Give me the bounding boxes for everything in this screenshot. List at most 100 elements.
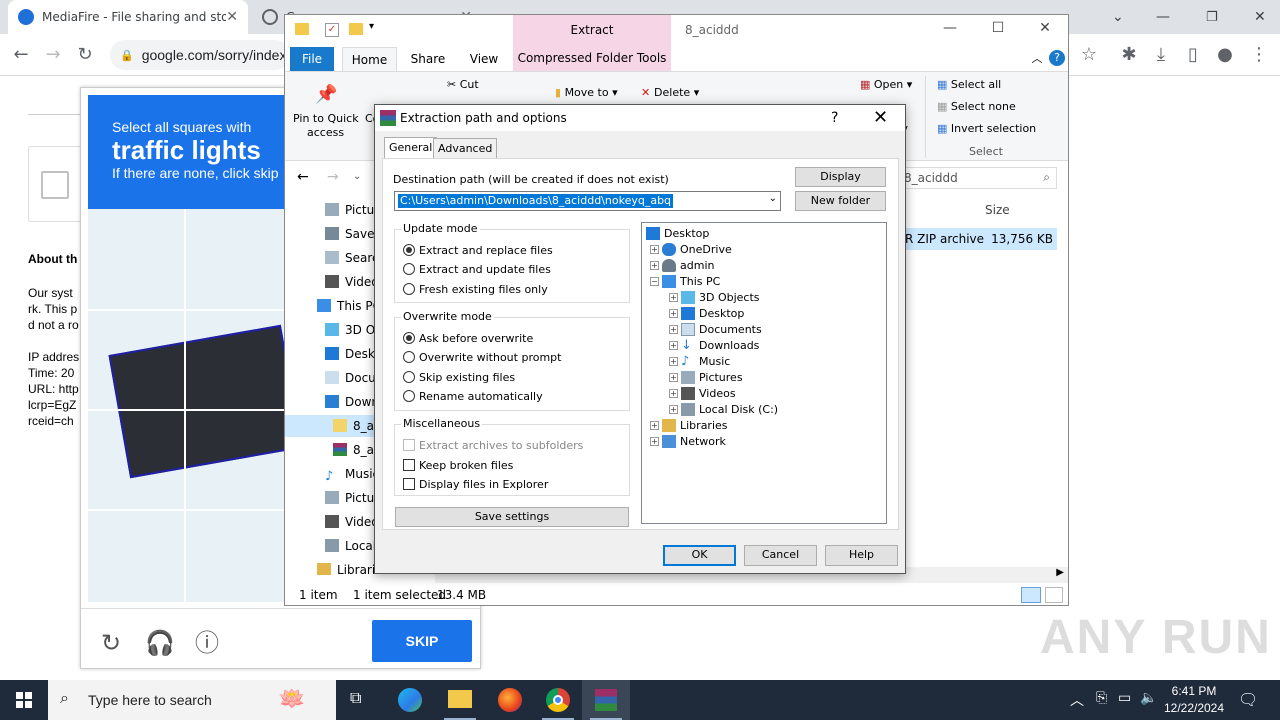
- forward-icon[interactable]: →: [327, 169, 339, 185]
- audio-challenge-icon[interactable]: 🎧: [145, 629, 175, 657]
- expand-icon[interactable]: +: [669, 388, 678, 398]
- tree-item-pictures[interactable]: + Pictures: [669, 369, 743, 385]
- browser-tab-mediafire[interactable]: MediaFire - File sharing and stor ✕: [8, 0, 248, 34]
- chevron-down-icon[interactable]: ⌄: [769, 193, 777, 204]
- tab-view[interactable]: View: [461, 47, 507, 71]
- bookmark-star-icon[interactable]: ☆: [1076, 42, 1102, 68]
- select-all-button[interactable]: ▦ Select all: [937, 78, 1001, 91]
- nav-item-pictures[interactable]: Pictur: [325, 199, 379, 221]
- start-button[interactable]: [0, 680, 48, 720]
- checkbox-keep-broken-files[interactable]: Keep broken files: [403, 457, 513, 473]
- help-icon[interactable]: ?: [1049, 50, 1065, 66]
- restore-icon[interactable]: ❐: [1196, 0, 1226, 34]
- recaptcha-checkbox[interactable]: [41, 171, 69, 199]
- winrar-taskbar-button[interactable]: [582, 680, 630, 720]
- checkbox[interactable]: [403, 439, 415, 451]
- radio-extract-update[interactable]: Extract and update files: [403, 261, 551, 277]
- search-box[interactable]: 8_aciddd ⌕: [897, 167, 1057, 189]
- delete-button[interactable]: ✕ Delete ▾: [641, 86, 699, 99]
- challenge-image-grid[interactable]: [88, 209, 285, 602]
- tree-item-documents[interactable]: + Documents: [669, 321, 762, 337]
- close-window-icon[interactable]: ✕: [1244, 0, 1274, 34]
- checkbox[interactable]: [403, 478, 415, 490]
- nav-item-music[interactable]: ♪ Music: [325, 463, 379, 485]
- nav-item-8-aciddd-folder[interactable]: 8_ac: [285, 415, 385, 437]
- nav-item-desktop[interactable]: Deskt: [325, 343, 380, 365]
- tree-item-local-disk[interactable]: + Local Disk (C:): [669, 401, 778, 417]
- tree-item-desktop[interactable]: + Desktop: [669, 305, 744, 321]
- info-icon[interactable]: ⓘ: [193, 629, 221, 657]
- tree-item-onedrive[interactable]: + OneDrive: [650, 241, 732, 257]
- move-to-button[interactable]: ▮ Move to ▾: [555, 86, 618, 99]
- taskbar-search-box[interactable]: ⌕ Type here to search 🪷: [48, 680, 336, 720]
- invert-selection-button[interactable]: ▦ Invert selection: [937, 122, 1036, 135]
- tab-home[interactable]: Home: [342, 47, 397, 71]
- close-tab-icon[interactable]: ✕: [226, 9, 238, 25]
- tree-item-videos[interactable]: + Videos: [669, 385, 736, 401]
- save-settings-button[interactable]: Save settings: [395, 507, 629, 527]
- tab-file[interactable]: File: [290, 47, 334, 71]
- radio-button[interactable]: [403, 332, 415, 344]
- radio-extract-replace[interactable]: Extract and replace files: [403, 242, 553, 258]
- tree-item-downloads[interactable]: + ↓ Downloads: [669, 337, 759, 353]
- pin-label[interactable]: Pin to Quick: [293, 112, 359, 125]
- recent-dropdown-icon[interactable]: ⌄: [353, 171, 361, 182]
- forward-icon[interactable]: →: [40, 42, 66, 68]
- show-hidden-icons[interactable]: ︿: [1070, 690, 1084, 710]
- radio-button[interactable]: [403, 351, 415, 363]
- back-icon[interactable]: ←: [8, 42, 34, 68]
- download-icon[interactable]: ⤓: [1148, 42, 1174, 68]
- address-bar[interactable]: 🔒 google.com/sorry/index: [110, 40, 290, 70]
- folder-tree[interactable]: Desktop + OneDrive + admin − This PC +3D Ob…: [641, 222, 887, 524]
- chrome-taskbar-button[interactable]: [534, 680, 582, 720]
- radio-button[interactable]: [403, 390, 415, 402]
- minimize-icon[interactable]: —: [935, 20, 965, 42]
- cancel-button[interactable]: Cancel: [744, 545, 817, 566]
- maximize-icon[interactable]: ☐: [983, 20, 1013, 42]
- edge-taskbar-button[interactable]: [386, 680, 434, 720]
- network-status-icon[interactable]: ⎘: [1096, 690, 1107, 706]
- expand-icon[interactable]: +: [650, 260, 659, 270]
- radio-ask-before-overwrite[interactable]: Ask before overwrite: [403, 330, 533, 346]
- tree-item-libraries[interactable]: + Libraries: [650, 417, 728, 433]
- radio-button[interactable]: [403, 263, 415, 275]
- minimize-icon[interactable]: —: [1146, 0, 1176, 34]
- side-panel-icon[interactable]: ▯: [1180, 42, 1206, 68]
- properties-icon[interactable]: ✓: [325, 23, 339, 37]
- firefox-taskbar-button[interactable]: [486, 680, 534, 720]
- nav-item-local-disk[interactable]: Local: [325, 535, 376, 557]
- nav-item-libraries[interactable]: Librari: [317, 559, 375, 575]
- nav-item-videos-pc[interactable]: Video: [325, 511, 379, 533]
- nav-item-downloads[interactable]: Down: [325, 391, 379, 413]
- ok-button[interactable]: OK: [663, 545, 736, 566]
- cut-button[interactable]: ✂ Cut: [447, 78, 479, 91]
- task-view-button[interactable]: ⧉: [336, 680, 384, 720]
- help-button[interactable]: Help: [825, 545, 898, 566]
- tree-item-3d-objects[interactable]: +3D Objects: [669, 289, 760, 305]
- tree-item-music[interactable]: + ♪ Music: [669, 353, 730, 369]
- tab-advanced[interactable]: Advanced: [433, 138, 498, 159]
- reload-icon[interactable]: ↻: [72, 42, 98, 68]
- open-button[interactable]: ▦ Open ▾: [860, 78, 912, 91]
- tree-item-network[interactable]: + Network: [650, 433, 726, 449]
- expand-icon[interactable]: +: [669, 372, 678, 382]
- quick-access-dropdown-icon[interactable]: ▾: [369, 21, 374, 32]
- select-none-button[interactable]: ▦ Select none: [937, 100, 1016, 113]
- skip-button[interactable]: SKIP: [372, 620, 472, 662]
- close-icon[interactable]: ✕: [873, 105, 888, 131]
- collapse-icon[interactable]: −: [650, 276, 659, 286]
- close-icon[interactable]: ✕: [1030, 20, 1060, 42]
- help-icon[interactable]: ?: [831, 105, 838, 131]
- large-icons-view-icon[interactable]: [1045, 587, 1063, 603]
- profile-icon[interactable]: ●: [1212, 42, 1238, 68]
- nav-item-searches[interactable]: Searc: [325, 247, 379, 269]
- radio-overwrite-without-prompt[interactable]: Overwrite without prompt: [403, 349, 561, 365]
- extensions-icon[interactable]: ✱: [1116, 42, 1142, 68]
- tab-general[interactable]: General: [384, 137, 438, 159]
- nav-item-documents[interactable]: Docu: [325, 367, 376, 389]
- radio-skip-existing[interactable]: Skip existing files: [403, 369, 515, 385]
- checkbox[interactable]: [403, 459, 415, 471]
- column-header-size[interactable]: Size: [985, 203, 1010, 217]
- file-explorer-taskbar-button[interactable]: [436, 680, 484, 720]
- radio-rename-automatically[interactable]: Rename automatically: [403, 388, 543, 404]
